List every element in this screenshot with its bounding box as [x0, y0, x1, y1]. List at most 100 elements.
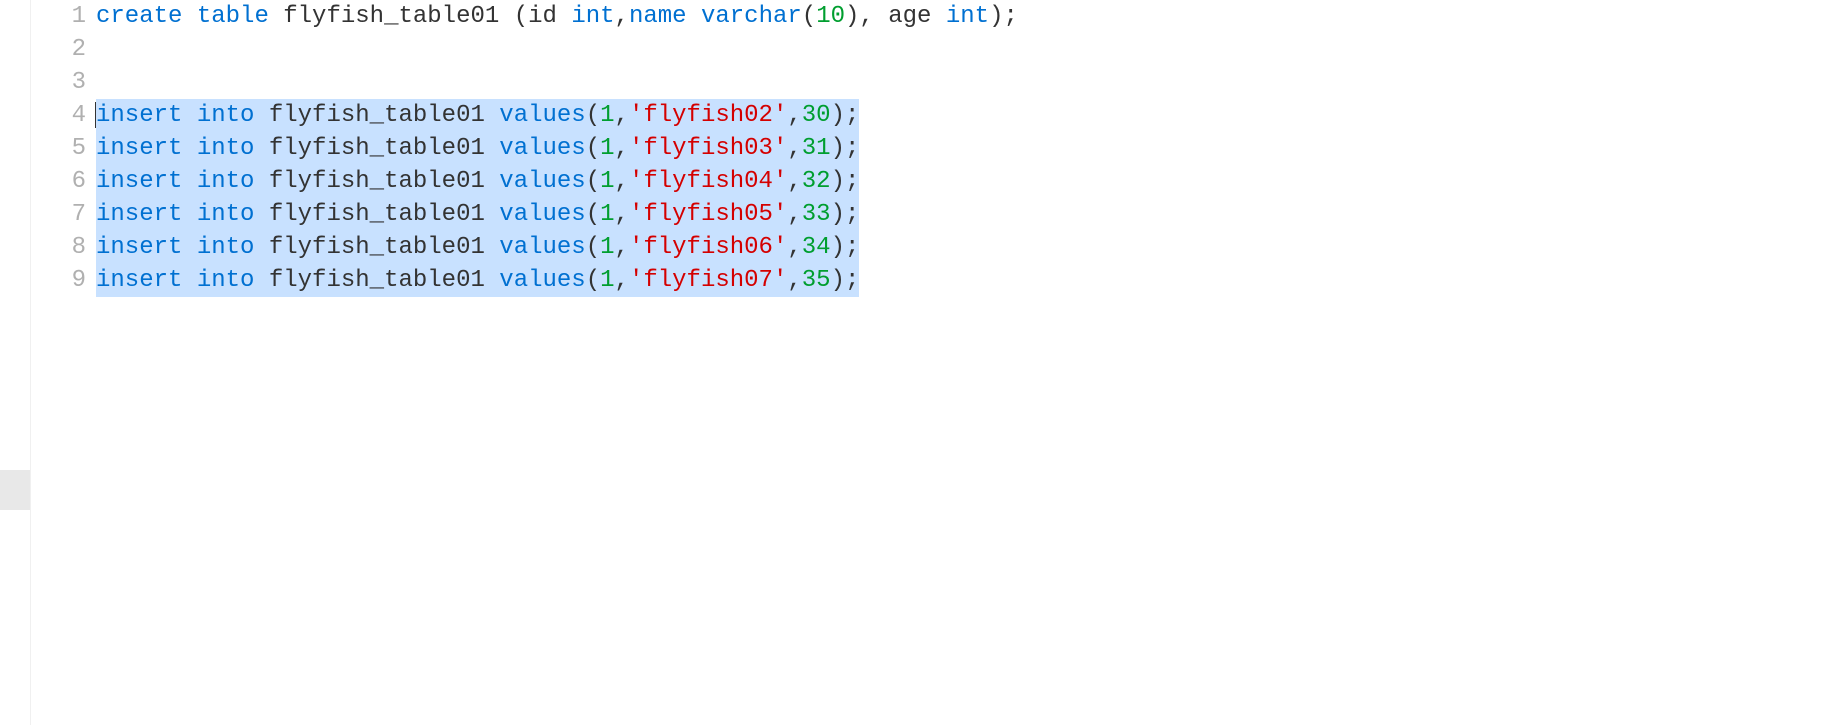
- token-num: 30: [802, 102, 831, 129]
- token-kw: values: [499, 234, 585, 261]
- token-num: 1: [600, 201, 614, 228]
- token-punct: [254, 102, 268, 129]
- text-selection: insert into flyfish_table01 values(1,'fl…: [96, 198, 859, 231]
- token-ident: flyfish_table01: [283, 3, 499, 30]
- token-punct: [485, 234, 499, 261]
- token-punct: [182, 234, 196, 261]
- token-str: 'flyfish07': [629, 267, 787, 294]
- token-kw: table: [197, 3, 269, 30]
- token-kw: create: [96, 3, 182, 30]
- code-line[interactable]: [96, 66, 1823, 99]
- token-kw: values: [499, 201, 585, 228]
- token-num: 1: [600, 234, 614, 261]
- token-punct: ,: [615, 234, 629, 261]
- text-selection: insert into flyfish_table01 values(1,'fl…: [96, 165, 859, 198]
- line-number: 2: [31, 33, 86, 66]
- token-str: 'flyfish04': [629, 168, 787, 195]
- token-kw: int: [571, 3, 614, 30]
- token-punct: );: [831, 168, 860, 195]
- token-ident: id: [528, 3, 557, 30]
- token-kw: values: [499, 267, 585, 294]
- token-punct: ,: [615, 102, 629, 129]
- token-num: 32: [802, 168, 831, 195]
- code-line[interactable]: insert into flyfish_table01 values(1,'fl…: [96, 165, 1823, 198]
- token-punct: ,: [615, 168, 629, 195]
- code-area[interactable]: create table flyfish_table01 (id int,nam…: [96, 0, 1823, 725]
- token-punct: [254, 267, 268, 294]
- code-editor[interactable]: 123456789 create table flyfish_table01 (…: [30, 0, 1823, 725]
- text-selection: insert into flyfish_table01 values(1,'fl…: [96, 264, 859, 297]
- token-punct: (: [586, 201, 600, 228]
- code-line[interactable]: insert into flyfish_table01 values(1,'fl…: [96, 264, 1823, 297]
- token-punct: ,: [787, 135, 801, 162]
- token-punct: [269, 3, 283, 30]
- code-line[interactable]: insert into flyfish_table01 values(1,'fl…: [96, 231, 1823, 264]
- token-num: 10: [816, 3, 845, 30]
- token-kw: varchar: [701, 3, 802, 30]
- token-kw: insert: [96, 234, 182, 261]
- token-punct: [687, 3, 701, 30]
- token-kw: insert: [96, 102, 182, 129]
- token-punct: [182, 168, 196, 195]
- token-num: 33: [802, 201, 831, 228]
- token-punct: (: [802, 3, 816, 30]
- token-punct: ,: [615, 267, 629, 294]
- token-kw: insert: [96, 168, 182, 195]
- token-punct: [182, 267, 196, 294]
- code-line[interactable]: [96, 33, 1823, 66]
- code-line[interactable]: create table flyfish_table01 (id int,nam…: [96, 0, 1823, 33]
- token-punct: ,: [615, 135, 629, 162]
- token-punct: ,: [787, 201, 801, 228]
- line-number: 9: [31, 264, 86, 297]
- token-punct: [485, 102, 499, 129]
- token-punct: ,: [787, 267, 801, 294]
- token-punct: );: [831, 135, 860, 162]
- token-punct: (: [586, 234, 600, 261]
- token-kw: values: [499, 135, 585, 162]
- token-punct: (: [499, 3, 528, 30]
- token-punct: (: [586, 135, 600, 162]
- token-kw: into: [197, 234, 255, 261]
- line-gutter: 123456789: [31, 0, 96, 725]
- token-num: 34: [802, 234, 831, 261]
- token-punct: );: [831, 234, 860, 261]
- token-punct: ,: [615, 3, 629, 30]
- text-selection: insert into flyfish_table01 values(1,'fl…: [96, 99, 859, 132]
- token-kw: name: [629, 3, 687, 30]
- token-kw: into: [197, 267, 255, 294]
- token-ident: flyfish_table01: [269, 234, 485, 261]
- token-punct: [182, 135, 196, 162]
- token-punct: [254, 201, 268, 228]
- line-number: 8: [31, 231, 86, 264]
- token-punct: ),: [845, 3, 888, 30]
- token-kw: values: [499, 102, 585, 129]
- token-punct: (: [586, 168, 600, 195]
- line-number: 1: [31, 0, 86, 33]
- token-kw: into: [197, 201, 255, 228]
- token-punct: (: [586, 267, 600, 294]
- text-selection: insert into flyfish_table01 values(1,'fl…: [96, 132, 859, 165]
- token-punct: [485, 135, 499, 162]
- token-str: 'flyfish06': [629, 234, 787, 261]
- token-punct: [485, 267, 499, 294]
- token-punct: );: [831, 102, 860, 129]
- token-punct: [485, 201, 499, 228]
- token-punct: );: [831, 201, 860, 228]
- code-line[interactable]: insert into flyfish_table01 values(1,'fl…: [96, 198, 1823, 231]
- token-ident: flyfish_table01: [269, 135, 485, 162]
- token-kw: int: [946, 3, 989, 30]
- token-kw: into: [197, 102, 255, 129]
- token-str: 'flyfish02': [629, 102, 787, 129]
- token-kw: values: [499, 168, 585, 195]
- token-punct: [254, 168, 268, 195]
- token-kw: insert: [96, 201, 182, 228]
- token-num: 31: [802, 135, 831, 162]
- code-line[interactable]: insert into flyfish_table01 values(1,'fl…: [96, 132, 1823, 165]
- line-number: 5: [31, 132, 86, 165]
- code-line[interactable]: insert into flyfish_table01 values(1,'fl…: [96, 99, 1823, 132]
- token-ident: flyfish_table01: [269, 168, 485, 195]
- token-str: 'flyfish05': [629, 201, 787, 228]
- token-punct: (: [586, 102, 600, 129]
- token-kw: insert: [96, 135, 182, 162]
- token-punct: );: [831, 267, 860, 294]
